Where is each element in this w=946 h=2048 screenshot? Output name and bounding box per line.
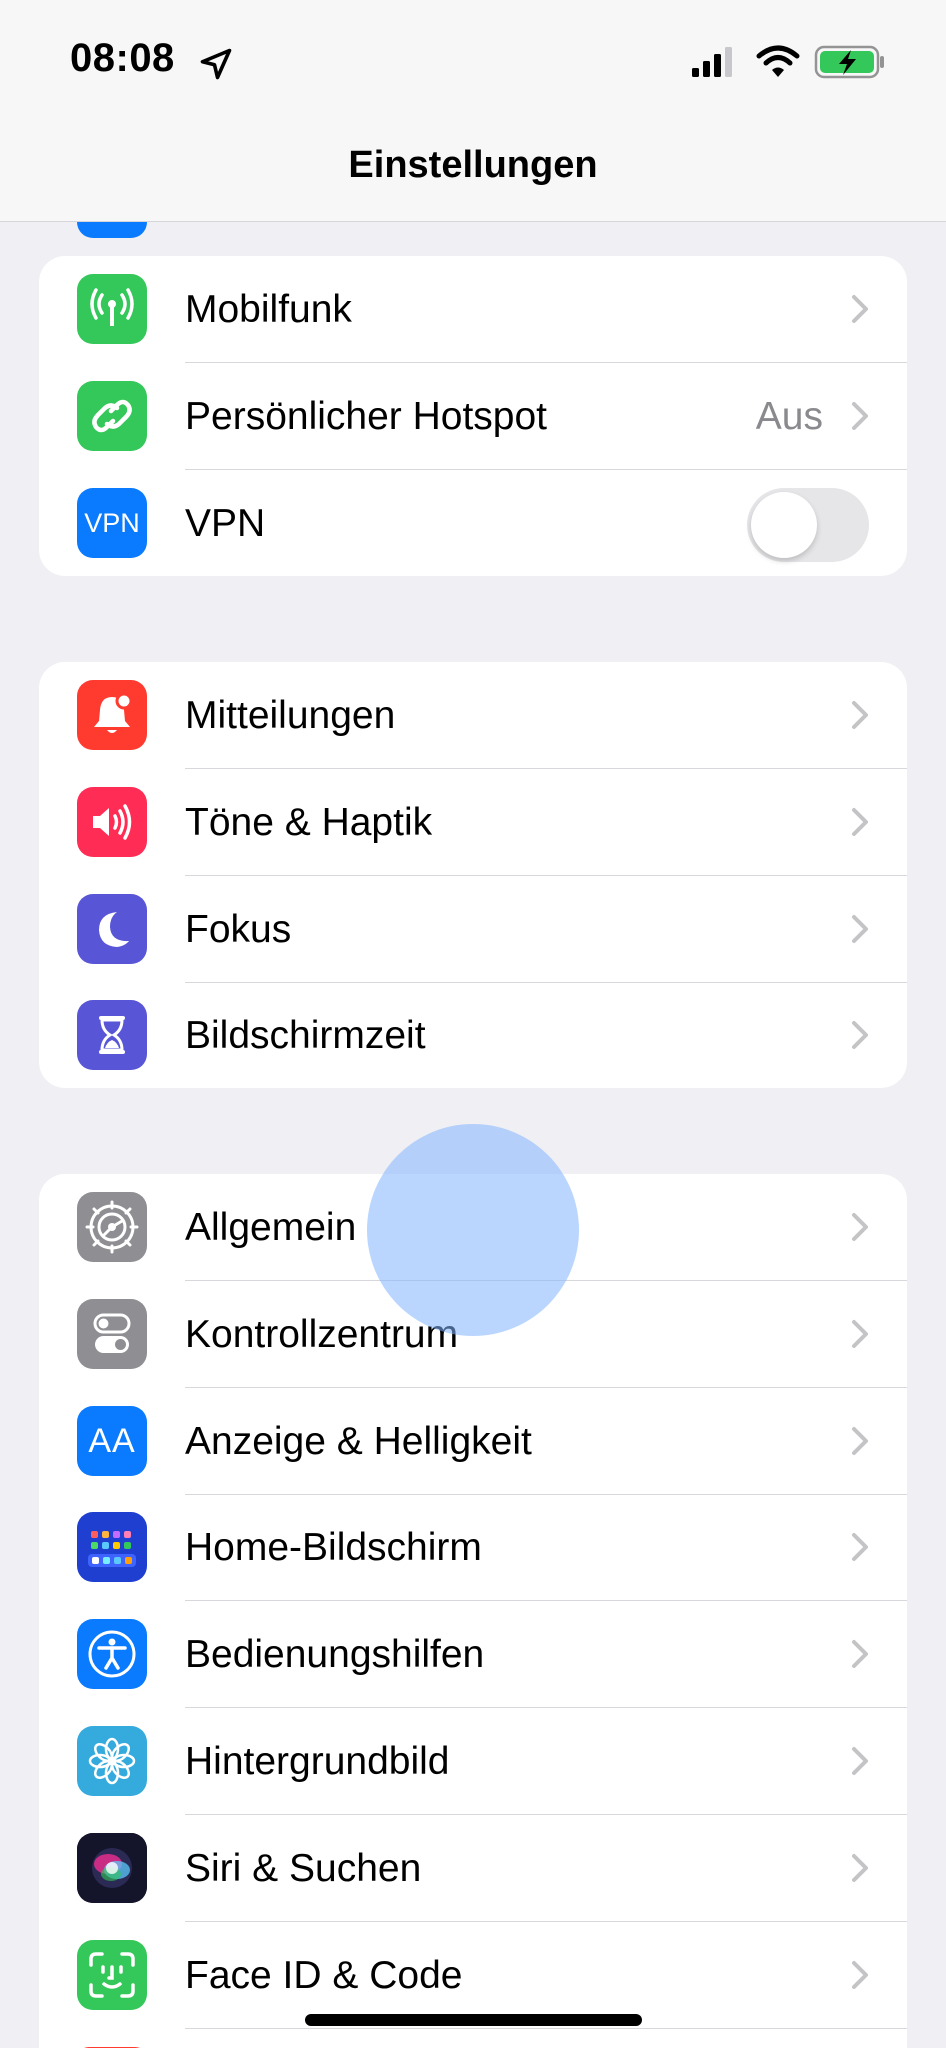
home-indicator[interactable] bbox=[305, 2014, 642, 2026]
row-label: Persönlicher Hotspot bbox=[185, 395, 548, 438]
chevron-right-icon bbox=[852, 1427, 868, 1455]
switches-icon bbox=[77, 1299, 147, 1369]
row-face-id-code[interactable]: Face ID & Code bbox=[39, 1922, 907, 2029]
vpn-icon: VPN bbox=[77, 488, 147, 558]
row-label: Siri & Suchen bbox=[185, 1847, 422, 1890]
row-bildschirmzeit[interactable]: Bildschirmzeit bbox=[39, 982, 907, 1088]
row-label: Bildschirmzeit bbox=[185, 1014, 426, 1057]
settings-group-notifications: Mitteilungen Töne & Haptik Fokus Bildsch… bbox=[39, 662, 907, 1088]
row-label: Bedienungshilfen bbox=[185, 1633, 485, 1676]
chevron-right-icon bbox=[852, 808, 868, 836]
bell-icon bbox=[77, 680, 147, 750]
page-title: Einstellungen bbox=[348, 144, 598, 186]
speaker-icon bbox=[77, 787, 147, 857]
separator bbox=[185, 2028, 907, 2029]
chevron-right-icon bbox=[852, 1640, 868, 1668]
chevron-right-icon bbox=[852, 1854, 868, 1882]
app-grid-icon bbox=[77, 1512, 147, 1582]
row-label: Fokus bbox=[185, 908, 292, 951]
chevron-right-icon bbox=[852, 1213, 868, 1241]
touch-indicator bbox=[367, 1124, 579, 1336]
chevron-right-icon bbox=[852, 1961, 868, 1989]
row-label: Anzeige & Helligkeit bbox=[185, 1420, 532, 1463]
chevron-right-icon bbox=[852, 402, 868, 430]
row-hintergrundbild[interactable]: Hintergrundbild bbox=[39, 1708, 907, 1815]
antenna-icon bbox=[77, 274, 147, 344]
row-home-bildschirm[interactable]: Home-Bildschirm bbox=[39, 1494, 907, 1601]
gear-icon bbox=[77, 1192, 147, 1262]
cellular-signal-icon bbox=[692, 47, 732, 77]
face-id-icon bbox=[77, 1940, 147, 2010]
chevron-right-icon bbox=[852, 915, 868, 943]
row-vpn: VPN VPN bbox=[39, 470, 907, 576]
row-label: Face ID & Code bbox=[185, 1954, 463, 1997]
accessibility-icon bbox=[77, 1619, 147, 1689]
chevron-right-icon bbox=[852, 295, 868, 323]
chevron-right-icon bbox=[852, 701, 868, 729]
row-mitteilungen[interactable]: Mitteilungen bbox=[39, 662, 907, 769]
row-hotspot[interactable]: Persönlicher Hotspot Aus bbox=[39, 363, 907, 470]
row-label: Hintergrundbild bbox=[185, 1740, 450, 1783]
battery-charging-icon bbox=[814, 45, 884, 79]
wifi-icon bbox=[756, 45, 800, 77]
location-arrow-icon bbox=[200, 48, 232, 80]
row-label: Allgemein bbox=[185, 1206, 357, 1249]
row-label: Mitteilungen bbox=[185, 694, 396, 737]
moon-icon bbox=[77, 894, 147, 964]
flower-icon bbox=[77, 1726, 147, 1796]
row-fokus[interactable]: Fokus bbox=[39, 876, 907, 983]
settings-group-network: Mobilfunk Persönlicher Hotspot Aus VPN V… bbox=[39, 256, 907, 576]
chevron-right-icon bbox=[852, 1747, 868, 1775]
row-siri-suchen[interactable]: Siri & Suchen bbox=[39, 1815, 907, 1922]
row-anzeige-helligkeit[interactable]: AA Anzeige & Helligkeit bbox=[39, 1388, 907, 1495]
vpn-toggle[interactable] bbox=[747, 488, 869, 562]
row-bedienungshilfen[interactable]: Bedienungshilfen bbox=[39, 1601, 907, 1708]
row-toene-haptik[interactable]: Töne & Haptik bbox=[39, 769, 907, 876]
navigation-bar: 08:08 Einstellungen bbox=[0, 0, 946, 222]
siri-icon bbox=[77, 1833, 147, 1903]
hotspot-status-value: Aus bbox=[755, 395, 823, 438]
hourglass-icon bbox=[77, 1000, 147, 1070]
row-label: Home-Bildschirm bbox=[185, 1526, 482, 1569]
hotspot-chain-icon bbox=[77, 381, 147, 451]
text-size-icon: AA bbox=[77, 1406, 147, 1476]
row-label: VPN bbox=[185, 502, 266, 545]
toggle-knob bbox=[751, 492, 817, 558]
status-time: 08:08 bbox=[70, 36, 175, 80]
row-mobilfunk[interactable]: Mobilfunk bbox=[39, 256, 907, 363]
row-label: Töne & Haptik bbox=[185, 801, 433, 844]
chevron-right-icon bbox=[852, 1320, 868, 1348]
chevron-right-icon bbox=[852, 1021, 868, 1049]
chevron-right-icon bbox=[852, 1533, 868, 1561]
row-label: Mobilfunk bbox=[185, 288, 352, 331]
